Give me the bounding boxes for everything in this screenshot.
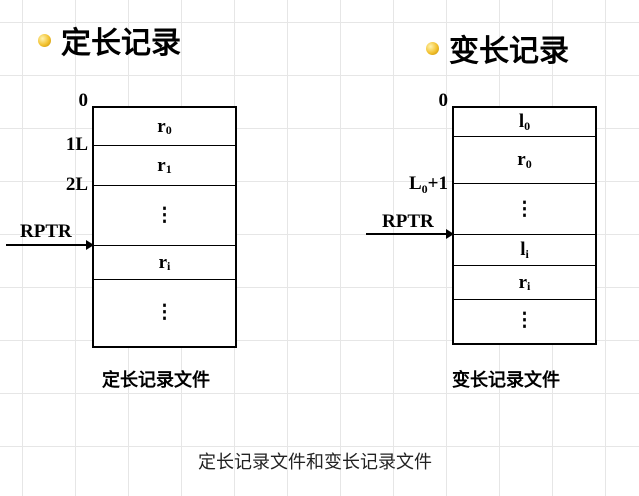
bullet-icon (426, 41, 439, 55)
fixed-length-caption: 定长记录文件 (102, 370, 210, 391)
offset-label: 0 (78, 90, 89, 111)
figure-caption: 定长记录文件和变长记录文件 (198, 452, 432, 473)
right-heading: 变长记录 (426, 26, 569, 70)
left-heading-text: 定长记录 (61, 26, 181, 61)
record-cell: ⋮ (454, 184, 595, 235)
record-cell: l0 (454, 108, 595, 137)
record-cell: ⋮ (515, 310, 534, 331)
record-cell: r0 (94, 108, 235, 146)
left-heading: 定长记录 (38, 18, 181, 62)
record-cell: ⋮ (155, 301, 174, 323)
right-heading-text: 变长记录 (449, 34, 569, 69)
record-cell: r1 (94, 146, 235, 186)
record-cell: ⋮ (94, 186, 235, 246)
fixed-length-file-box: r0 r1 ⋮ ri ⋮ (92, 106, 237, 348)
offset-label: 2L (65, 174, 88, 195)
bullet-icon (38, 33, 51, 47)
record-cell: li (454, 235, 595, 266)
record-cell: ri (454, 266, 595, 300)
rptr-label: RPTR (382, 211, 434, 232)
record-cell: r0 (454, 137, 595, 184)
rptr-label: RPTR (20, 221, 72, 242)
variable-length-file-box: l0 r0 ⋮ li ri ⋮ (452, 106, 597, 345)
offset-label: 0 (438, 90, 449, 111)
variable-length-caption: 变长记录文件 (452, 370, 560, 391)
record-cell: ri (94, 246, 235, 280)
offset-label: L0+1 (408, 173, 448, 196)
offset-label: 1L (65, 134, 88, 155)
arrow-icon (6, 240, 94, 250)
arrow-icon (366, 229, 454, 239)
